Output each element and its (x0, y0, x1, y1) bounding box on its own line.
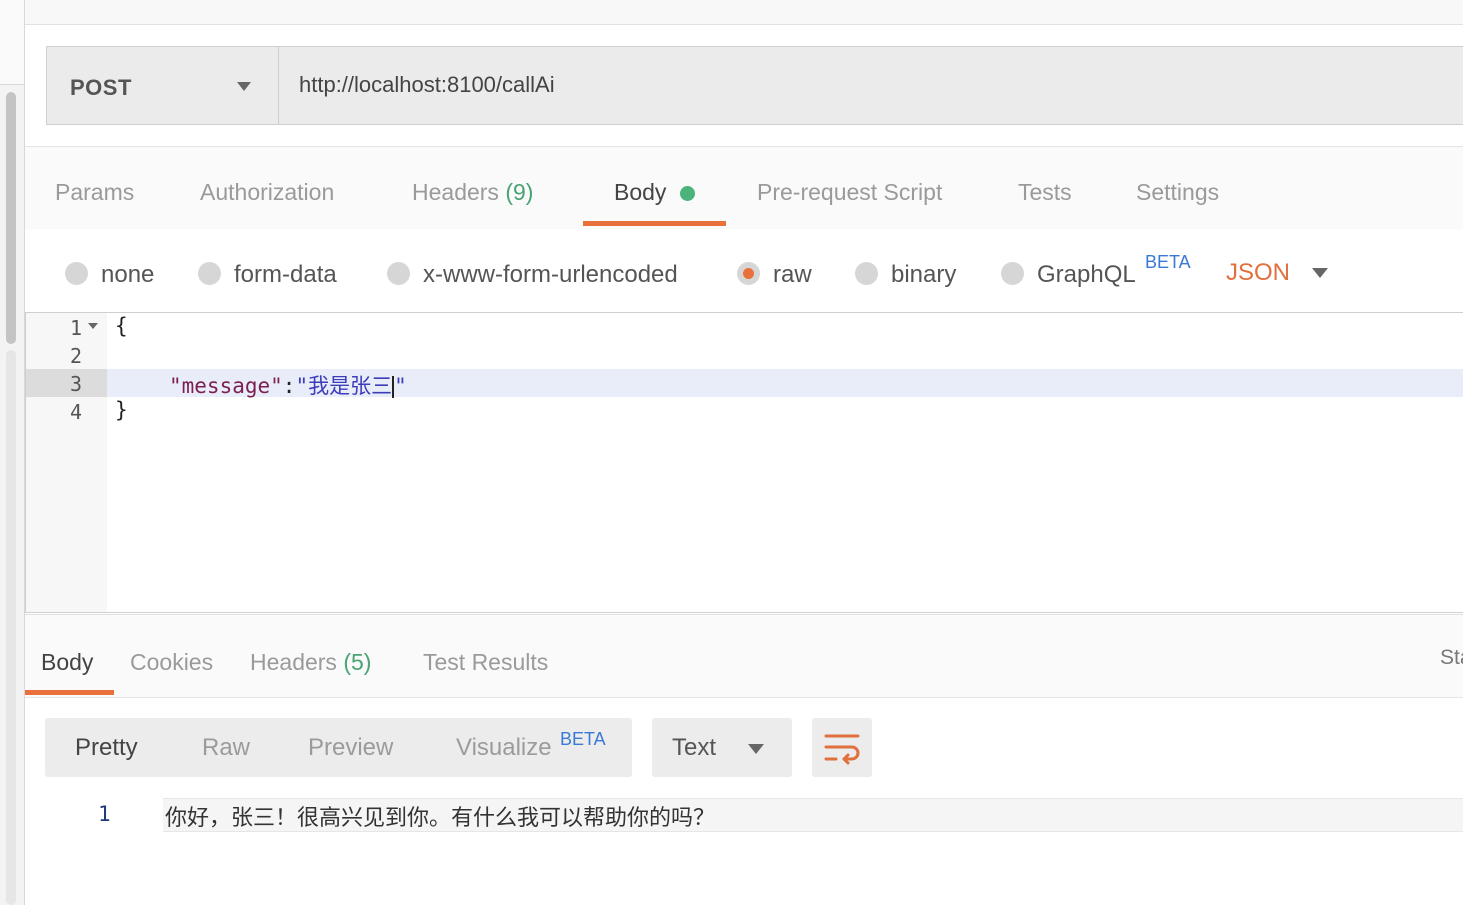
radio-none-label[interactable]: none (101, 261, 154, 289)
radio-form-data-label[interactable]: form-data (234, 261, 337, 289)
headers-count: (9) (505, 179, 534, 205)
vertical-scrollbar-thumb[interactable] (6, 92, 16, 344)
tab-headers-label: Headers (412, 179, 499, 205)
json-value-close: " (394, 374, 407, 398)
chevron-down-icon[interactable] (1312, 268, 1328, 278)
view-visualize-button[interactable]: Visualize (456, 734, 552, 762)
response-body-text[interactable]: 你好，张三！很高兴见到你。有什么我可以帮助你的吗？ (165, 800, 715, 832)
wrap-lines-icon (824, 734, 860, 765)
wrap-lines-button[interactable] (812, 718, 872, 777)
json-colon: : (282, 374, 296, 398)
line-number: 3 (69, 372, 82, 396)
response-tab-headers-label: Headers (250, 649, 337, 675)
radio-graphql-label[interactable]: GraphQL (1037, 261, 1136, 289)
radio-binary[interactable] (855, 262, 878, 285)
radio-urlencoded[interactable] (387, 262, 410, 285)
line-number: 1 (69, 316, 82, 340)
radio-urlencoded-label[interactable]: x-www-form-urlencoded (423, 261, 678, 289)
line-number: 2 (69, 344, 82, 368)
body-modified-dot (680, 186, 695, 201)
code-line-4[interactable]: } (115, 398, 128, 422)
graphql-beta-badge: BETA (1145, 252, 1191, 272)
response-tab-cookies[interactable]: Cookies (130, 649, 213, 676)
vertical-scrollbar-track[interactable] (6, 350, 16, 905)
status-label: Sta (1440, 646, 1463, 669)
response-tab-body[interactable]: Body (41, 649, 93, 676)
visualize-beta-badge: BETA (560, 729, 606, 749)
tab-headers[interactable]: Headers (9) (412, 179, 533, 206)
tab-authorization[interactable]: Authorization (200, 179, 334, 206)
left-panel-top (0, 0, 24, 85)
json-value: "我是张三 (295, 374, 393, 398)
response-headers-count: (5) (343, 649, 372, 675)
radio-graphql[interactable] (1001, 262, 1024, 285)
view-pretty-button[interactable]: Pretty (75, 734, 138, 762)
radio-form-data[interactable] (198, 262, 221, 285)
format-select-json[interactable]: JSON (1226, 259, 1290, 287)
radio-binary-label[interactable]: binary (891, 261, 956, 289)
top-strip (25, 0, 1463, 25)
response-tabs (25, 614, 1463, 698)
response-format-label: Text (672, 734, 717, 761)
response-line-number: 1 (98, 802, 111, 826)
response-tab-headers[interactable]: Headers (5) (250, 649, 371, 676)
code-line-3[interactable]: "message":"我是张三" (169, 370, 407, 400)
code-line-1[interactable]: { (115, 314, 128, 338)
json-key: "message" (169, 374, 283, 398)
radio-raw[interactable] (737, 262, 760, 285)
chevron-down-icon (748, 744, 764, 754)
code-editor[interactable] (25, 312, 1463, 613)
method-label: POST (70, 75, 132, 100)
response-tab-test-results[interactable]: Test Results (423, 649, 548, 676)
tab-tests[interactable]: Tests (1018, 179, 1072, 206)
response-format-select[interactable]: Text (652, 718, 792, 777)
chevron-down-icon (237, 82, 251, 91)
tab-settings[interactable]: Settings (1136, 179, 1219, 206)
view-raw-button[interactable]: Raw (202, 734, 250, 762)
tab-params[interactable]: Params (55, 179, 134, 206)
active-tab-indicator (583, 221, 726, 226)
response-active-tab-indicator (25, 690, 114, 695)
radio-raw-label[interactable]: raw (773, 261, 812, 289)
url-input[interactable]: http://localhost:8100/callAi (299, 72, 555, 98)
line-number: 4 (69, 400, 82, 424)
method-select[interactable]: POST (46, 46, 279, 125)
fold-arrow-icon[interactable] (88, 323, 98, 329)
tab-body[interactable]: Body (614, 179, 666, 206)
radio-none[interactable] (65, 262, 88, 285)
view-preview-button[interactable]: Preview (308, 734, 393, 762)
tab-pre-request-script[interactable]: Pre-request Script (757, 179, 942, 206)
